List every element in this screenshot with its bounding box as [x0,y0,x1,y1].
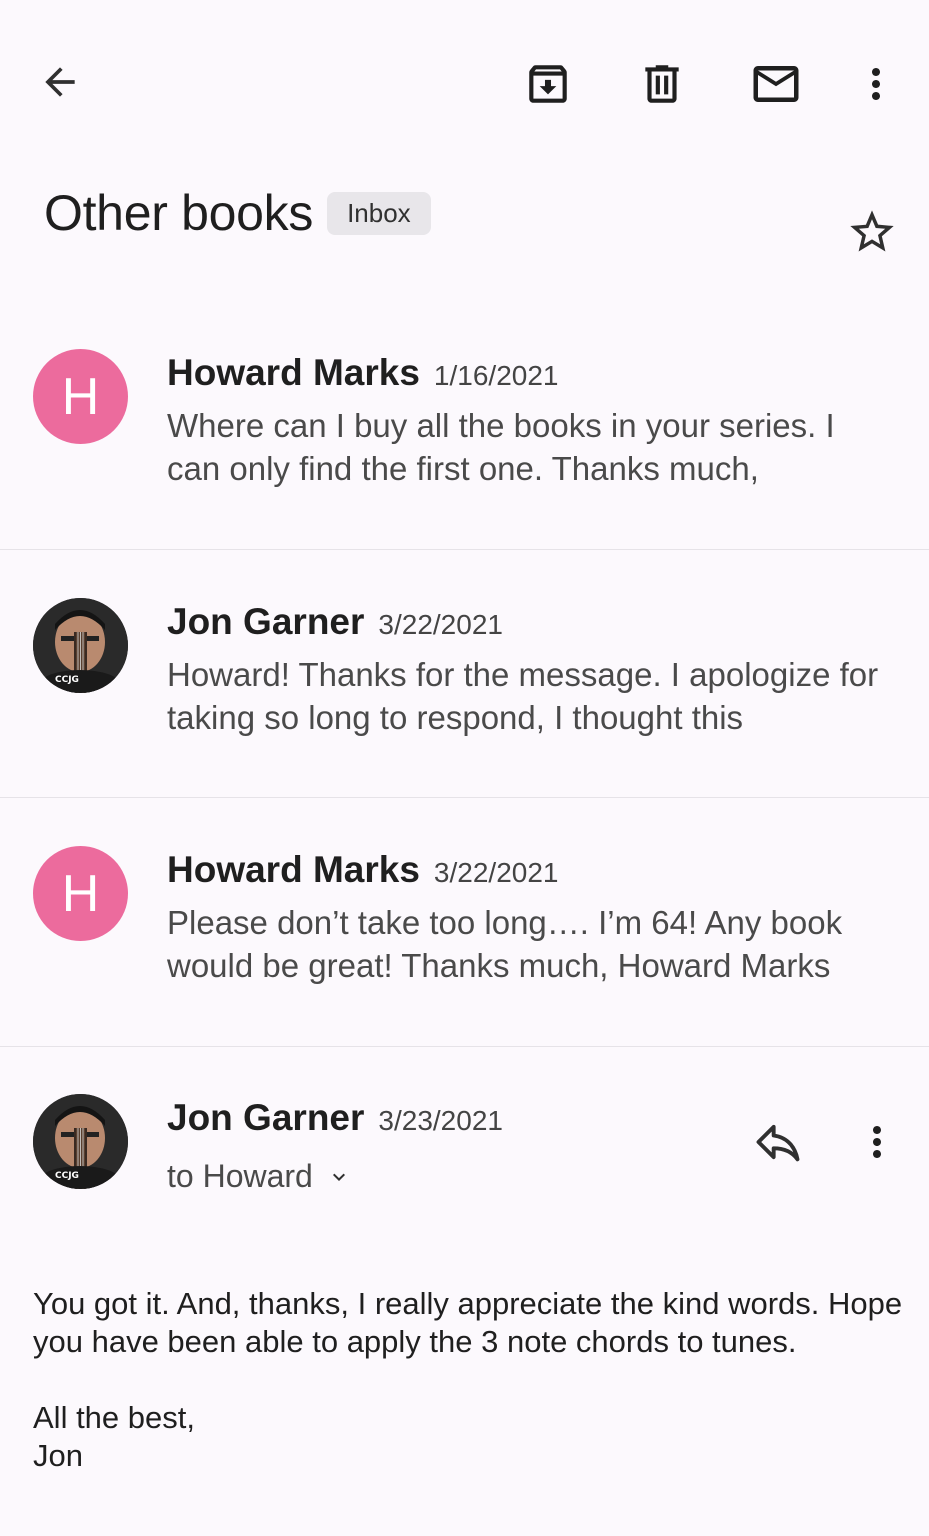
chevron-down-icon [327,1160,351,1197]
thread-subject: Other books [44,185,314,241]
message-date: 1/16/2021 [433,360,559,391]
message-date: 3/22/2021 [378,609,503,640]
archive-icon[interactable] [520,56,576,112]
more-vert-icon[interactable] [852,56,900,112]
recipient-label: to Howard [167,1158,313,1194]
recipient-details-toggle[interactable]: to Howard [167,1156,351,1197]
message-date: 3/23/2021 [378,1105,503,1136]
avatar: CCJG [33,598,128,693]
subject-row: Other books Inbox [44,178,431,248]
message-item[interactable]: CCJG Jon Garner 3/22/2021 Howard! Thanks… [0,549,929,798]
sender-name: Jon Garner [167,1097,365,1138]
sender-line: Jon Garner 3/23/2021 [167,1097,503,1139]
arrow-back-icon[interactable] [34,56,86,108]
more-vert-icon[interactable] [853,1116,901,1168]
body-signature: Jon [33,1438,83,1473]
avatar-letter: H [61,367,100,426]
photo-watermark: CCJG [55,675,79,685]
message-snippet: Where can I buy all the books in your se… [167,407,835,487]
sender-line: Howard Marks 3/22/2021 [167,849,559,891]
sender-name: Jon Garner [167,601,365,642]
sender-line: Howard Marks 1/16/2021 [167,352,559,394]
message-item[interactable]: H Howard Marks 1/16/2021 Where can I buy… [0,300,929,550]
avatar: H [33,349,128,444]
photo-watermark: CCJG [55,1171,79,1181]
message-date: 3/22/2021 [433,857,559,888]
sender-name: Howard Marks [167,352,420,393]
body-signoff: All the best, [33,1400,195,1435]
message-item[interactable]: H Howard Marks 3/22/2021 Please don’t ta… [0,797,929,1047]
avatar: H [33,846,128,941]
sender-line: Jon Garner 3/22/2021 [167,601,503,643]
body-paragraph: You got it. And, thanks, I really apprec… [33,1286,903,1359]
profile-photo: CCJG [33,1094,128,1189]
message-snippet: Howard! Thanks for the message. I apolog… [167,656,879,736]
mail-icon[interactable] [748,56,804,112]
message-snippet: Please don’t take too long…. I’m 64! Any… [167,904,843,984]
reply-icon[interactable] [750,1118,806,1166]
avatar-letter: H [61,864,100,923]
profile-photo: CCJG [33,598,128,693]
message-body: You got it. And, thanks, I really apprec… [33,1285,903,1475]
inbox-label-badge[interactable]: Inbox [327,191,431,235]
star-outline-icon[interactable] [846,206,898,258]
top-app-bar [0,0,929,160]
avatar: CCJG [33,1094,128,1189]
trash-icon[interactable] [634,56,690,112]
sender-name: Howard Marks [167,849,420,890]
